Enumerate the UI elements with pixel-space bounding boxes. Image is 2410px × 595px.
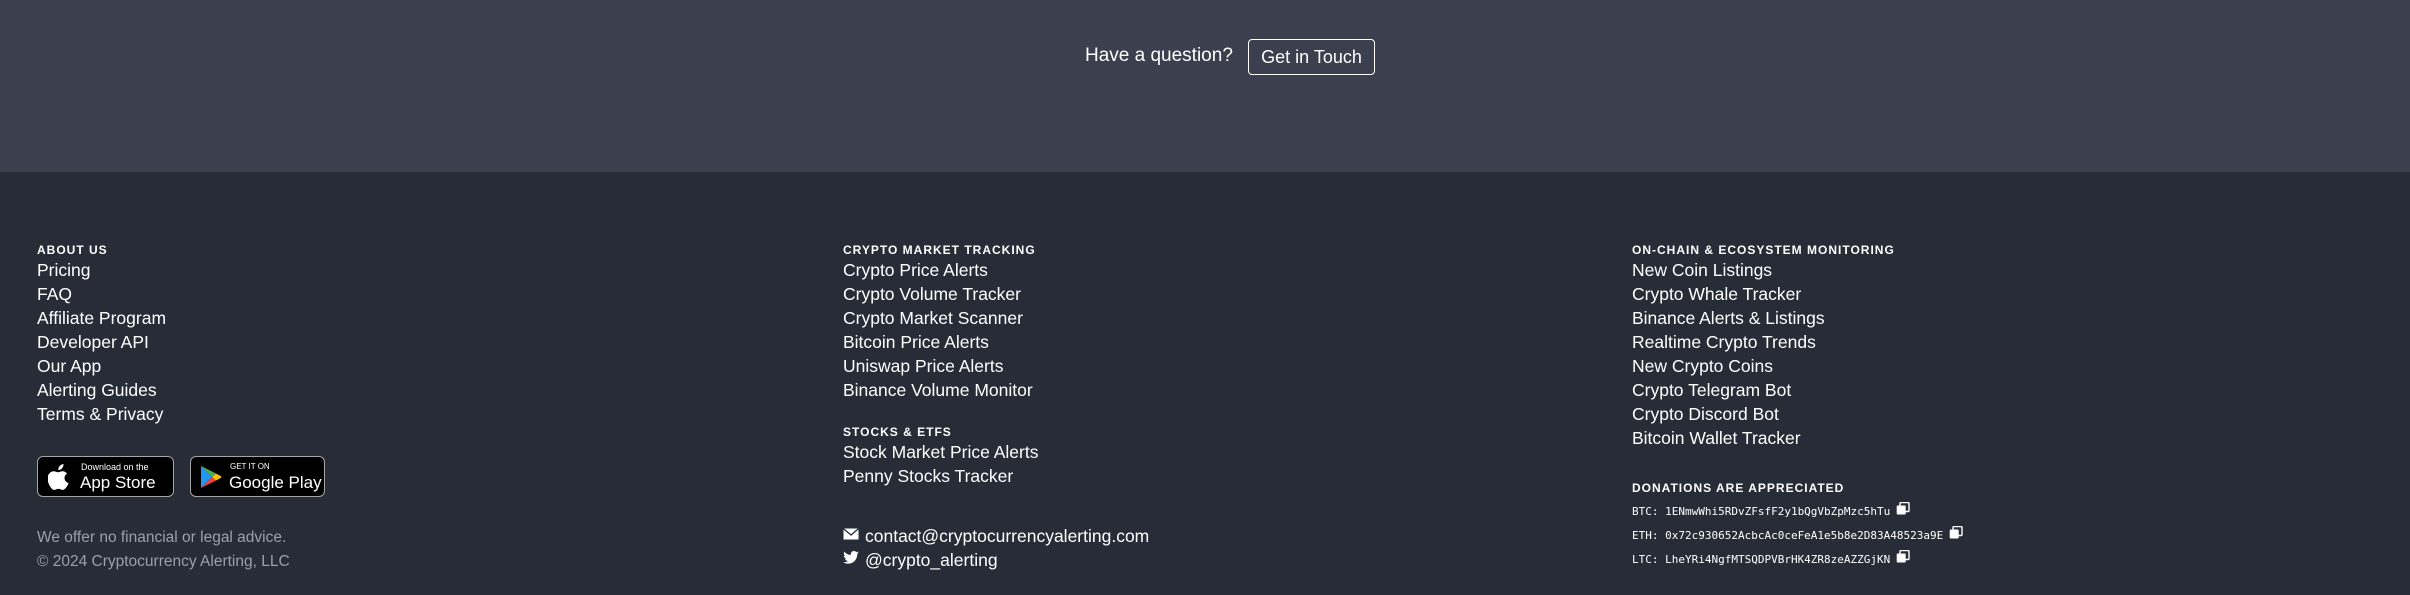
app-store-badge[interactable]: Download on the App Store [37, 456, 174, 497]
disclaimer-text: We offer no financial or legal advice. [37, 529, 287, 546]
about-us-heading: ABOUT US [37, 243, 108, 257]
copyright-text: © 2024 Cryptocurrency Alerting, LLC [37, 553, 290, 570]
ltc-address-row: LTC: LheYRi4NgfMTSQDPVBrHK4ZR8zeAZZGjKN [1632, 548, 1963, 572]
footer-link-crypto-market-scanner[interactable]: Crypto Market Scanner [843, 306, 1038, 330]
google-play-caption: GET IT ON [230, 462, 270, 471]
google-play-label: Google Play [229, 473, 322, 492]
crypto-tracking-column: CRYPTO MARKET TRACKING Crypto Price Aler… [843, 242, 1038, 488]
footer-link-terms-privacy[interactable]: Terms & Privacy [37, 402, 166, 426]
crypto-tracking-heading: CRYPTO MARKET TRACKING [843, 243, 1036, 257]
footer-link-stock-market-price-alerts[interactable]: Stock Market Price Alerts [843, 440, 1038, 464]
footer-link-crypto-telegram-bot[interactable]: Crypto Telegram Bot [1632, 378, 1895, 402]
legal-notes: We offer no financial or legal advice. ©… [37, 526, 290, 574]
footer-link-crypto-whale-tracker[interactable]: Crypto Whale Tracker [1632, 282, 1895, 306]
footer-link-new-coin-listings[interactable]: New Coin Listings [1632, 258, 1895, 282]
eth-address: ETH: 0x72c930652AcbcAc0ceFeA1e5b8e2D83A4… [1632, 529, 1944, 542]
google-play-icon [200, 465, 222, 494]
footer-link-new-crypto-coins[interactable]: New Crypto Coins [1632, 354, 1895, 378]
footer-link-binance-volume-monitor[interactable]: Binance Volume Monitor [843, 378, 1038, 402]
email-address: contact@cryptocurrencyalerting.com [865, 525, 1150, 546]
footer-link-penny-stocks-tracker[interactable]: Penny Stocks Tracker [843, 464, 1038, 488]
get-in-touch-button[interactable]: Get in Touch [1248, 39, 1375, 75]
footer-link-crypto-discord-bot[interactable]: Crypto Discord Bot [1632, 402, 1895, 426]
footer-link-binance-alerts-listings[interactable]: Binance Alerts & Listings [1632, 306, 1895, 330]
twitter-link[interactable]: @crypto_alerting [843, 548, 1149, 572]
about-us-column: ABOUT US Pricing FAQ Affiliate Program D… [37, 242, 166, 426]
site-footer: ABOUT US Pricing FAQ Affiliate Program D… [0, 172, 2410, 595]
eth-address-row: ETH: 0x72c930652AcbcAc0ceFeA1e5b8e2D83A4… [1632, 524, 1963, 548]
footer-link-bitcoin-wallet-tracker[interactable]: Bitcoin Wallet Tracker [1632, 426, 1895, 450]
donations-heading: DONATIONS ARE APPRECIATED [1632, 481, 1845, 495]
app-store-caption: Download on the [81, 462, 149, 472]
copy-icon[interactable] [1896, 500, 1910, 524]
envelope-icon [843, 527, 859, 545]
footer-link-crypto-price-alerts[interactable]: Crypto Price Alerts [843, 258, 1038, 282]
footer-link-affiliate-program[interactable]: Affiliate Program [37, 306, 166, 330]
email-link[interactable]: contact@cryptocurrencyalerting.com [843, 524, 1149, 548]
question-text: Have a question? [1085, 45, 1233, 66]
google-play-badge[interactable]: GET IT ON Google Play [190, 456, 325, 497]
app-store-label: App Store [80, 473, 156, 492]
copy-icon[interactable] [1949, 524, 1963, 548]
footer-link-uniswap-price-alerts[interactable]: Uniswap Price Alerts [843, 354, 1038, 378]
btc-address-row: BTC: 1ENmwWhi5RDvZFsfF2y1bQgVbZpMzc5hTu [1632, 500, 1963, 524]
footer-link-alerting-guides[interactable]: Alerting Guides [37, 378, 166, 402]
apple-icon [47, 464, 70, 495]
donations-section: DONATIONS ARE APPRECIATED BTC: 1ENmwWhi5… [1632, 480, 1963, 572]
footer-link-our-app[interactable]: Our App [37, 354, 166, 378]
twitter-icon [843, 551, 859, 569]
copy-icon[interactable] [1896, 548, 1910, 572]
onchain-heading: ON-CHAIN & ECOSYSTEM MONITORING [1632, 243, 1895, 257]
onchain-column: ON-CHAIN & ECOSYSTEM MONITORING New Coin… [1632, 242, 1895, 450]
contact-links: contact@cryptocurrencyalerting.com @cryp… [843, 524, 1149, 572]
footer-link-faq[interactable]: FAQ [37, 282, 166, 306]
footer-link-crypto-volume-tracker[interactable]: Crypto Volume Tracker [843, 282, 1038, 306]
footer-link-pricing[interactable]: Pricing [37, 258, 166, 282]
stocks-heading: STOCKS & ETFS [843, 425, 952, 439]
twitter-handle: @crypto_alerting [865, 549, 998, 570]
footer-link-bitcoin-price-alerts[interactable]: Bitcoin Price Alerts [843, 330, 1038, 354]
btc-address: BTC: 1ENmwWhi5RDvZFsfF2y1bQgVbZpMzc5hTu [1632, 505, 1891, 518]
contact-banner: Have a question? Get in Touch [0, 0, 2410, 172]
footer-link-realtime-crypto-trends[interactable]: Realtime Crypto Trends [1632, 330, 1895, 354]
footer-link-developer-api[interactable]: Developer API [37, 330, 166, 354]
ltc-address: LTC: LheYRi4NgfMTSQDPVBrHK4ZR8zeAZZGjKN [1632, 553, 1891, 566]
